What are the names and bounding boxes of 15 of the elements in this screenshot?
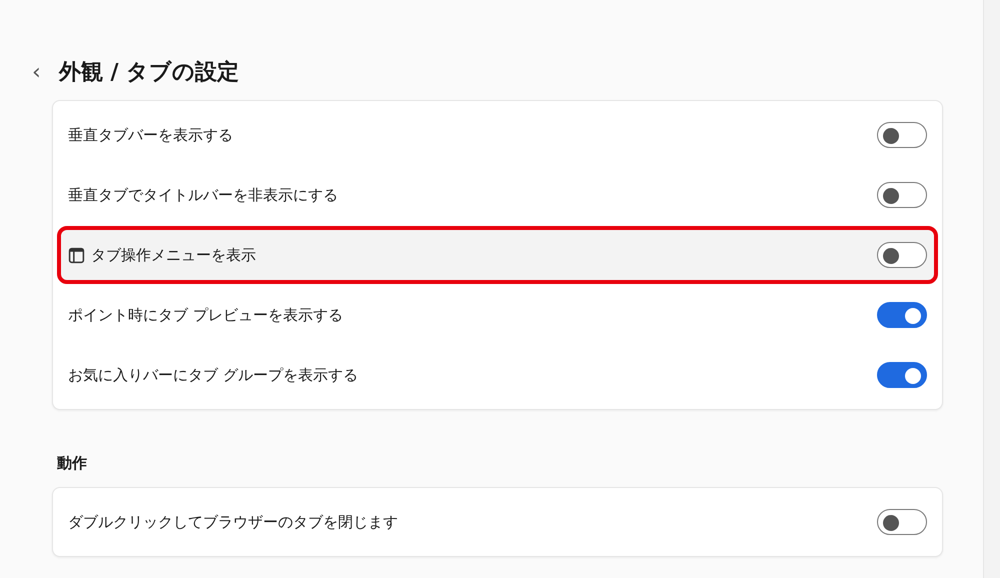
setting-label: ダブルクリックしてブラウザーのタブを閉じます xyxy=(68,512,398,532)
toggle-switch[interactable] xyxy=(877,362,927,388)
setting-label: 垂直タブでタイトルバーを非表示にする xyxy=(68,186,338,204)
setting-label: 垂直タブバーを表示する xyxy=(68,126,233,144)
toggle-switch[interactable] xyxy=(877,302,927,328)
toggle-switch[interactable] xyxy=(877,509,927,535)
toggle-switch[interactable] xyxy=(877,242,927,268)
back-button[interactable]: ‹ xyxy=(26,60,47,84)
toggle-switch[interactable] xyxy=(877,182,927,208)
setting-label: ポイント時にタブ プレビューを表示する xyxy=(68,306,343,324)
toggle-switch[interactable] xyxy=(877,122,927,148)
section-heading: 動作 xyxy=(57,454,88,473)
setting-label: お気に入りバーにタブ グループを表示する xyxy=(68,366,358,384)
setting-label: タブ操作メニューを表示 xyxy=(91,246,256,264)
page-title: 外観 / タブの設定 xyxy=(58,58,240,87)
